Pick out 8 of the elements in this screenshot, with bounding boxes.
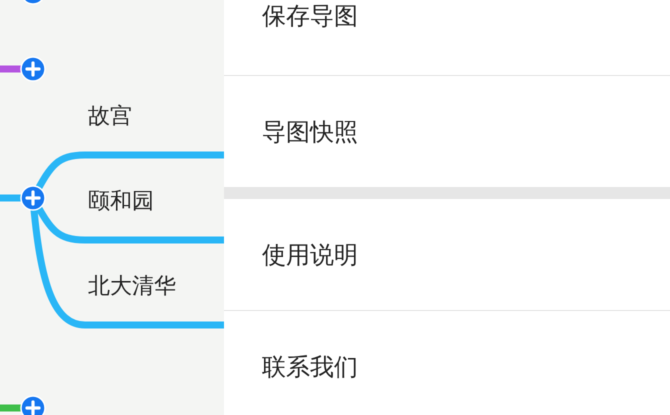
expand-button[interactable] — [20, 185, 46, 211]
node-label[interactable]: 故宫 — [88, 103, 132, 131]
expand-button[interactable] — [20, 395, 46, 415]
node-label[interactable]: 北大清华 — [88, 273, 176, 301]
plus-icon — [20, 185, 46, 211]
plus-icon — [20, 56, 46, 82]
node-label[interactable]: 颐和园 — [88, 188, 154, 216]
expand-button[interactable] — [20, 56, 46, 82]
